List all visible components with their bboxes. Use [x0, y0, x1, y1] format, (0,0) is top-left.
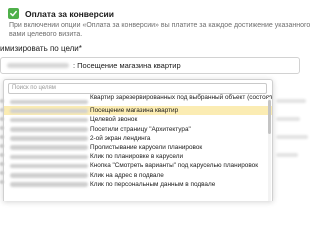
selected-goal-value: : Посещение магазина квартир — [73, 61, 181, 70]
optimize-goal-select[interactable]: : Посещение магазина квартир — [0, 57, 300, 74]
goal-option-label: Пролистывание карусели планировок — [90, 143, 203, 151]
redacted-goal-id — [10, 145, 88, 150]
goal-option[interactable]: Целевой звонок — [4, 115, 272, 124]
bg-mark — [0, 171, 4, 175]
goal-dropdown: Поиск по целям Квартир зарезервированных… — [3, 79, 273, 201]
goal-option[interactable]: Клик по планировке в карусели — [4, 152, 272, 161]
bg-mark — [0, 99, 4, 103]
goal-option[interactable]: Клик по персональным данным в подвале — [4, 180, 272, 189]
redacted-goal-id — [10, 108, 88, 114]
bg-mark — [276, 117, 300, 121]
redacted-goal-id — [10, 182, 88, 187]
bg-mark — [276, 99, 306, 103]
redacted-goal-id — [10, 99, 88, 104]
bg-mark — [0, 126, 4, 130]
bg-mark — [0, 153, 4, 157]
goal-option-label: Посещение магазина квартир — [90, 107, 179, 115]
bg-mark — [0, 180, 4, 184]
conversion-payment-toggle[interactable]: Оплата за конверсии — [8, 8, 114, 19]
goal-option-label: Квартир зарезервированных под выбранный … — [90, 94, 272, 101]
redacted-goal-id — [10, 163, 88, 169]
bg-mark — [0, 108, 4, 112]
goal-option[interactable]: Посещение магазина квартир — [4, 106, 272, 116]
goal-option-label: 2-ой экран лендинга — [90, 134, 151, 142]
goal-option[interactable]: Кнопка "Смотреть варианты" под каруселью… — [4, 161, 272, 170]
goal-option-label: Кнопка "Смотреть варианты" под каруселью… — [90, 162, 258, 170]
bg-mark — [0, 144, 4, 148]
goal-option[interactable]: Пролистывание карусели планировок — [4, 143, 272, 152]
checkbox-checked-icon[interactable] — [8, 8, 19, 19]
redacted-goal-id — [7, 63, 69, 68]
goal-options-list: Квартир зарезервированных под выбранный … — [4, 94, 272, 189]
conversion-payment-description: При включении опции «Оплата за конверсии… — [9, 22, 311, 38]
goal-option[interactable]: Квартир зарезервированных под выбранный … — [4, 94, 272, 106]
bg-mark — [0, 162, 4, 166]
redacted-goal-id — [10, 154, 88, 160]
goal-option[interactable]: Посетили страницу "Архитектура" — [4, 125, 272, 134]
goal-option-label: Клик по планировке в карусели — [90, 153, 184, 161]
goal-option-label: Клик по персональным данным в подвале — [90, 180, 216, 188]
goal-option[interactable]: 2-ой экран лендинга — [4, 134, 272, 143]
redacted-goal-id — [10, 136, 88, 141]
goal-option-label: Целевой звонок — [90, 116, 138, 124]
goal-option[interactable]: Клик на адрес в подвале — [4, 171, 272, 180]
redacted-goal-id — [10, 117, 88, 123]
bg-mark — [276, 135, 308, 139]
bg-mark — [276, 153, 298, 157]
dropdown-scrollbar-thumb[interactable] — [268, 100, 271, 134]
bg-mark — [0, 135, 4, 139]
conversion-payment-title: Оплата за конверсии — [25, 8, 115, 19]
goal-option-label: Посетили страницу "Архитектура" — [90, 125, 191, 133]
optimize-goal-label: имизировать по цели* — [0, 44, 82, 53]
goal-option-label: Клик на адрес в подвале — [90, 171, 164, 179]
bg-mark — [0, 117, 4, 121]
redacted-goal-id — [10, 173, 88, 178]
redacted-goal-id — [10, 127, 88, 132]
